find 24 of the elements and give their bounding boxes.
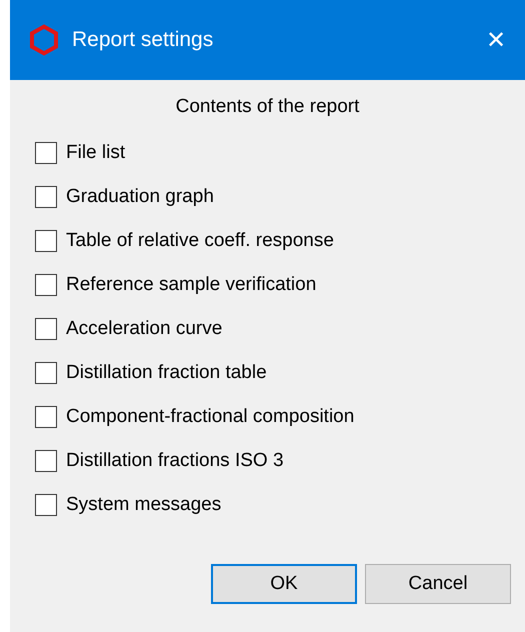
checkbox-label[interactable]: Table of relative coeff. response (66, 230, 334, 252)
checkbox[interactable] (35, 142, 57, 164)
checkbox[interactable] (35, 230, 57, 252)
checkbox[interactable] (35, 450, 57, 472)
checkbox-label[interactable]: System messages (66, 494, 222, 516)
checkbox-label[interactable]: Reference sample verification (66, 274, 316, 296)
checkbox-label[interactable]: Distillation fraction table (66, 362, 267, 384)
checkbox-label[interactable]: Component-fractional composition (66, 406, 354, 428)
hexagon-icon (28, 24, 60, 56)
checkbox-label[interactable]: Acceleration curve (66, 318, 222, 340)
cancel-button[interactable]: Cancel (365, 564, 511, 604)
window-title: Report settings (72, 28, 214, 52)
checkbox[interactable] (35, 494, 57, 516)
checkbox[interactable] (35, 406, 57, 428)
checkbox[interactable] (35, 186, 57, 208)
checkbox-label[interactable]: Distillation fractions ISO 3 (66, 450, 284, 472)
close-button[interactable]: ✕ (471, 15, 521, 65)
checkbox[interactable] (35, 318, 57, 340)
ok-button[interactable]: OK (211, 564, 357, 604)
checkbox-label[interactable]: File list (66, 142, 126, 164)
checkbox-label[interactable]: Graduation graph (66, 186, 214, 208)
checkbox[interactable] (35, 274, 57, 296)
checkbox[interactable] (35, 362, 57, 384)
section-heading: Contents of the report (174, 96, 360, 118)
